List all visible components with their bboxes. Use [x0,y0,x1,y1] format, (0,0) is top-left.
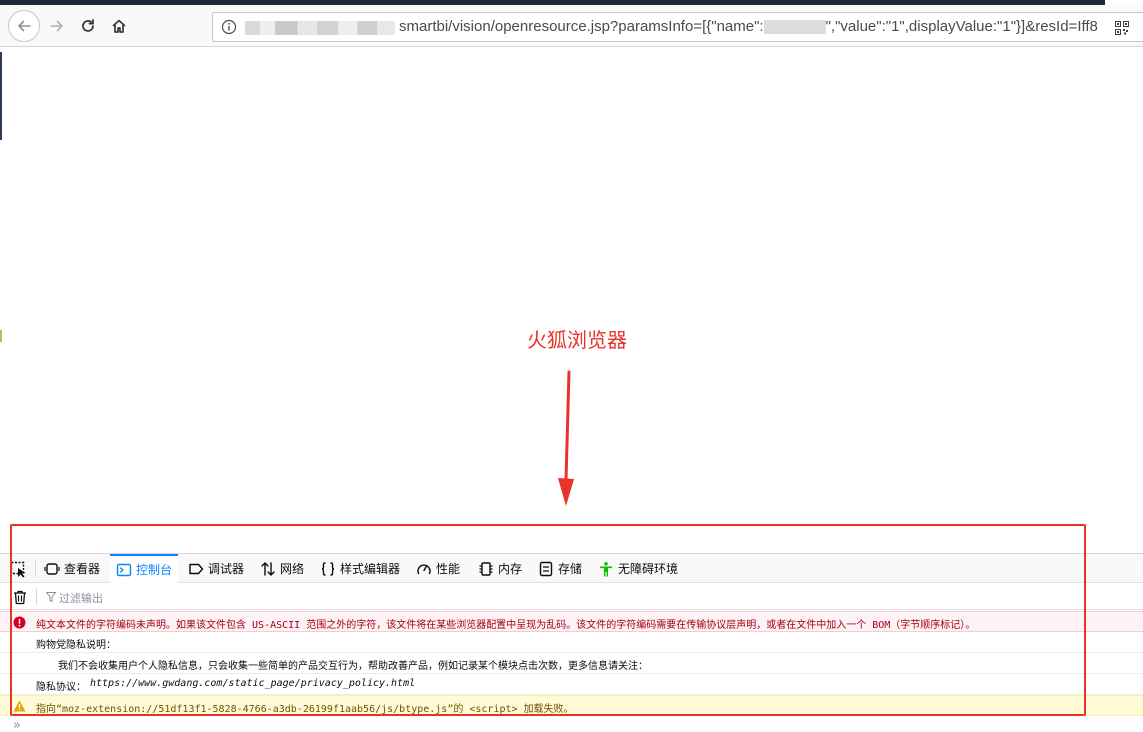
privacy-policy-link[interactable]: https://www.gwdang.com/static_page/priva… [90,678,415,689]
memory-icon [479,561,493,576]
tab-label: 控制台 [136,563,173,577]
tab-label: 性能 [436,562,461,576]
left-edge-decoration [0,330,2,342]
warning-icon [13,700,26,712]
prompt-chevron-icon: » [13,718,21,732]
performance-icon [417,563,431,574]
log-text: 我们不会收集用户个人隐私信息，只会收集一些简单的产品交互行为，帮助改善产品，例如… [58,661,648,672]
filter-input[interactable]: 过滤输出 [59,590,103,606]
console-error-message[interactable]: 纯文本文件的字符编码未声明。如果该文件包含 US-ASCII 范围之外的字符，该… [0,611,1143,632]
warning-text: 指向“moz-extension://51df13f1-5828-4766-a3… [36,704,574,715]
left-edge-decoration [0,52,2,140]
tab-label: 网络 [280,562,305,576]
qr-code-icon[interactable] [1115,21,1129,35]
forward-button[interactable] [42,11,72,41]
inspector-icon [44,562,60,575]
back-button[interactable] [8,10,40,42]
filter-separator [36,589,37,605]
console-icon [116,563,132,576]
console-log-message[interactable]: 购物党隐私说明： [0,632,1143,653]
tab-label: 调试器 [208,562,245,576]
reload-button[interactable] [73,11,103,41]
navigation-toolbar: smartbi/vision/openresource.jsp?paramsIn… [0,5,1143,47]
filter-icon [46,592,56,602]
firefox-window: smartbi/vision/openresource.jsp?paramsIn… [0,0,1143,732]
redacted-param [763,20,826,35]
annotation-arrow-icon [558,370,574,506]
storage-icon [539,561,553,576]
tab-storage[interactable]: 存储 [538,554,582,583]
network-icon [261,561,275,576]
url-bar[interactable]: smartbi/vision/openresource.jsp?paramsIn… [212,12,1143,42]
error-text: 纯文本文件的字符编码未声明。如果该文件包含 US-ASCII 范围之外的字符，该… [36,620,976,631]
debugger-icon [189,563,204,574]
log-label: 隐私协议： [36,682,86,693]
tab-memory[interactable]: 内存 [478,554,522,583]
console-input[interactable]: » [0,717,1143,732]
console-warning-message[interactable]: 指向“moz-extension://51df13f1-5828-4766-a3… [0,695,1143,716]
annotation-label: 火狐浏览器 [527,328,627,352]
url-text: smartbi/vision/openresource.jsp?paramsIn… [399,18,1098,35]
tab-performance[interactable]: 性能 [416,554,460,583]
tab-label: 内存 [498,562,523,576]
tab-debugger[interactable]: 调试器 [188,554,244,583]
tab-label: 样式编辑器 [340,562,401,576]
devtools-panel: 查看器 控制台 调试器 网络 样式编辑器 性能 内存 存储 无障碍环境 过滤输出… [0,553,1143,732]
forward-arrow-icon [50,20,63,32]
home-button[interactable] [104,11,134,41]
accessibility-icon [600,561,612,576]
devtools-toolbar: 查看器 控制台 调试器 网络 样式编辑器 性能 内存 存储 无障碍环境 [0,554,1143,583]
tab-accessibility[interactable]: 无障碍环境 [598,554,678,583]
back-arrow-icon [18,20,31,32]
console-log-message[interactable]: 隐私协议： https://www.gwdang.com/static_page… [0,674,1143,695]
element-picker-icon[interactable] [10,560,28,578]
redacted-host [245,21,395,35]
tab-network[interactable]: 网络 [260,554,304,583]
home-icon [112,19,126,33]
tab-label: 存储 [558,562,583,576]
style-editor-icon [321,561,335,576]
info-icon[interactable] [221,19,237,35]
error-icon [13,616,26,629]
console-log-message[interactable]: 我们不会收集用户个人隐私信息，只会收集一些简单的产品交互行为，帮助改善产品，例如… [0,653,1143,674]
tab-label: 无障碍环境 [618,562,679,576]
log-text: 购物党隐私说明： [36,640,116,651]
tab-label: 查看器 [64,562,101,576]
trash-icon[interactable] [12,589,28,605]
tab-style-editor[interactable]: 样式编辑器 [320,554,400,583]
console-filter-bar: 过滤输出 [0,584,1143,610]
tab-console[interactable]: 控制台 [110,554,179,583]
reload-icon [82,19,94,32]
tab-inspector[interactable]: 查看器 [44,554,100,583]
toolbar-separator [35,560,36,577]
